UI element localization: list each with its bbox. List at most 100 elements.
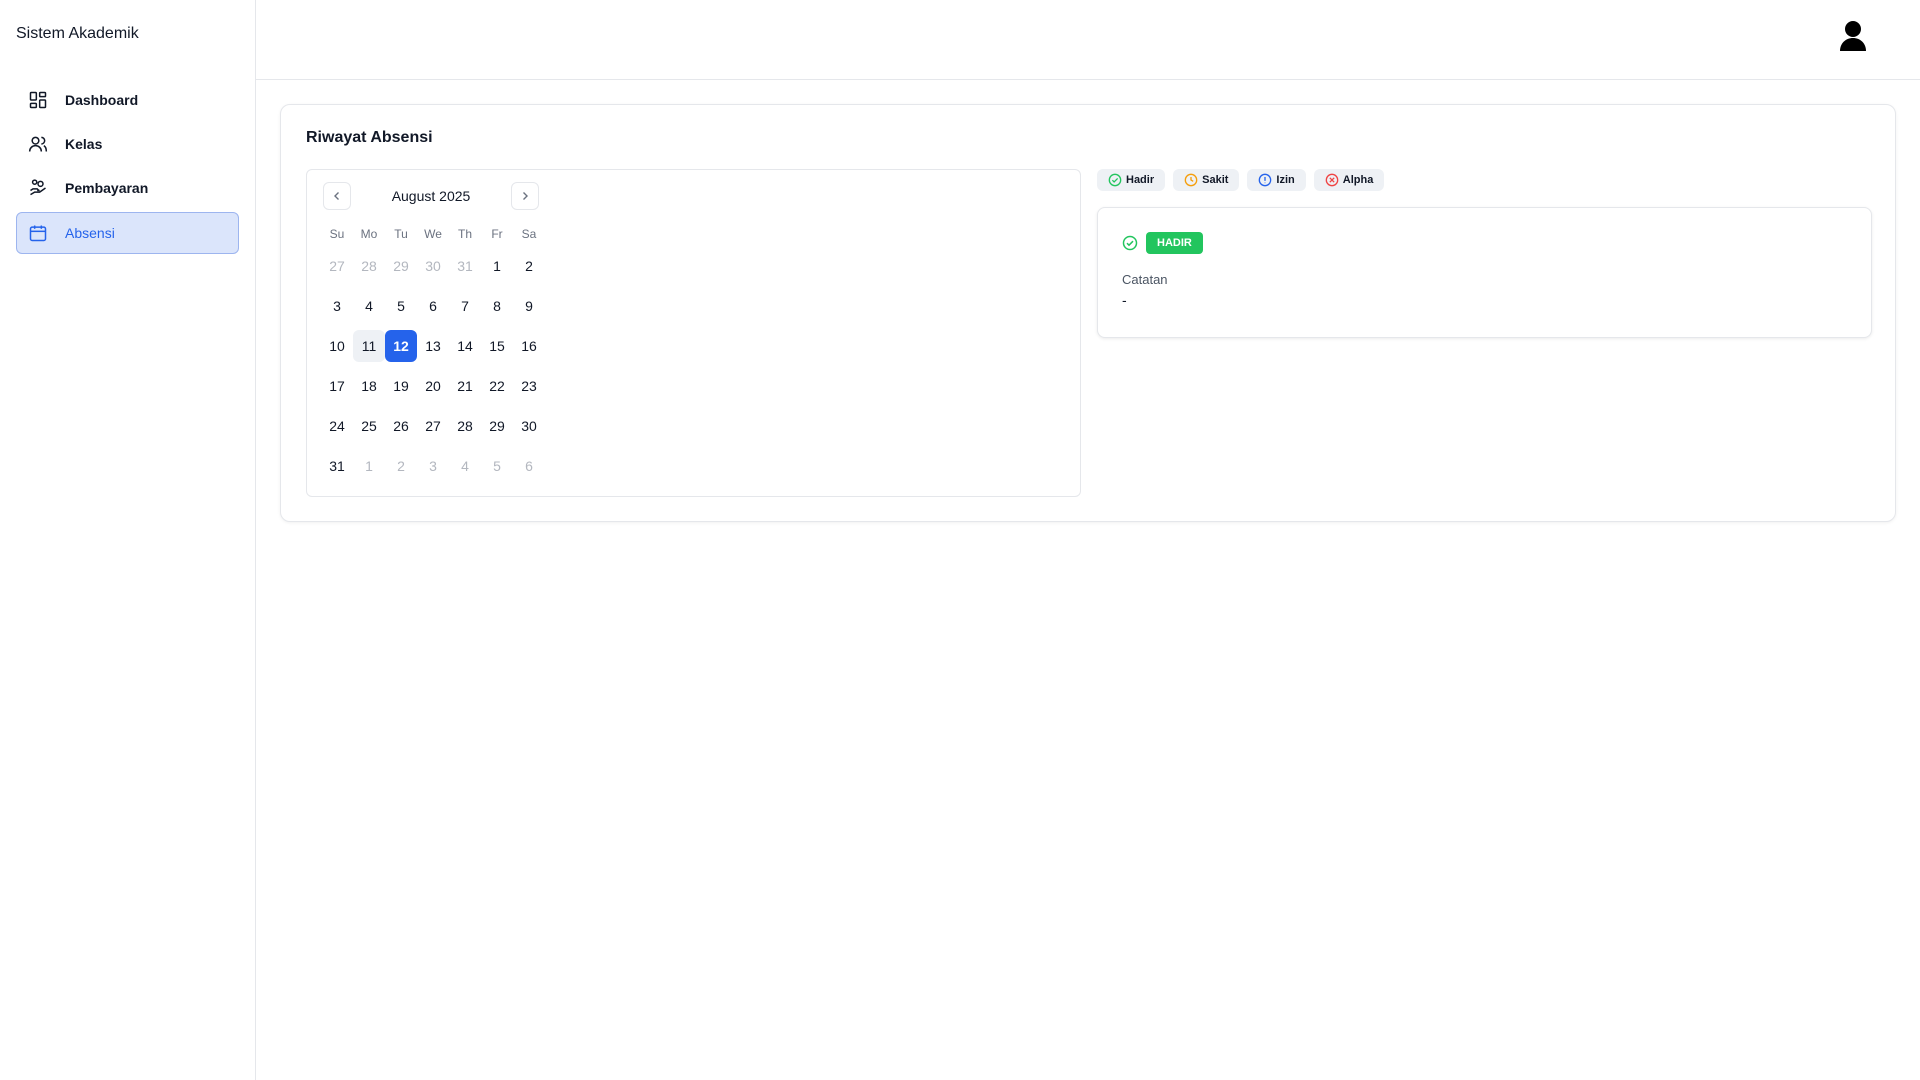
calendar-day[interactable]: 14 <box>449 330 481 362</box>
attendance-history-card: Riwayat Absensi August 2025 Su Mo Tu We Th Fr… <box>280 104 1896 522</box>
weekday-header-row: Su Mo Tu We Th Fr Sa <box>321 222 545 246</box>
calendar-day[interactable]: 1 <box>481 250 513 282</box>
hand-coins-icon <box>27 177 49 199</box>
calendar-day[interactable]: 19 <box>385 370 417 402</box>
calendar-day-outside[interactable]: 2 <box>385 450 417 482</box>
calendar-day-outside[interactable]: 5 <box>481 450 513 482</box>
calendar-day[interactable]: 24 <box>321 410 353 442</box>
sidebar-nav: Dashboard Kelas Pembayaran Absensi <box>16 80 239 258</box>
attendance-calendar: August 2025 Su Mo Tu We Th Fr Sa 27 28 29 30 31 1 2 3… <box>306 169 1081 497</box>
calendar-month-label: August 2025 <box>391 188 471 204</box>
calendar-day[interactable]: 6 <box>417 290 449 322</box>
calendar-day-outside[interactable]: 30 <box>417 250 449 282</box>
sidebar-item-label: Dashboard <box>65 92 139 108</box>
legend-sakit[interactable]: Sakit <box>1173 169 1240 191</box>
calendar-day[interactable]: 18 <box>353 370 385 402</box>
calendar-day-outside[interactable]: 28 <box>353 250 385 282</box>
calendar-day[interactable]: 11 <box>353 330 385 362</box>
calendar-day[interactable]: 23 <box>513 370 545 402</box>
calendar-header: August 2025 <box>323 182 539 210</box>
legend-izin[interactable]: Izin <box>1247 169 1306 191</box>
note-value: - <box>1122 292 1127 308</box>
weekday-label: Fr <box>491 227 503 241</box>
page-title: Riwayat Absensi <box>306 129 433 146</box>
calendar-day-outside[interactable]: 6 <box>513 450 545 482</box>
app-title: Sistem Akademik <box>16 25 139 42</box>
legend-label: Izin <box>1276 174 1295 186</box>
users-icon <box>27 133 49 155</box>
calendar-icon <box>27 222 49 244</box>
check-circle-icon <box>1122 235 1138 251</box>
calendar-day-outside[interactable]: 3 <box>417 450 449 482</box>
calendar-day-outside[interactable]: 31 <box>449 250 481 282</box>
calendar-day-outside[interactable]: 1 <box>353 450 385 482</box>
status-badge: HADIR <box>1146 232 1203 254</box>
sidebar-item-label: Kelas <box>65 136 103 152</box>
legend-label: Hadir <box>1126 174 1155 186</box>
weekday-label: Tu <box>394 227 408 241</box>
calendar-day[interactable]: 7 <box>449 290 481 322</box>
weekday-label: Sa <box>521 227 537 241</box>
calendar-day-outside[interactable]: 29 <box>385 250 417 282</box>
attendance-status: HADIR <box>1122 232 1203 254</box>
next-month-button[interactable] <box>511 182 539 210</box>
calendar-week-row: 17 18 19 20 21 22 23 <box>321 366 545 406</box>
calendar-day[interactable]: 21 <box>449 370 481 402</box>
calendar-day-outside[interactable]: 4 <box>449 450 481 482</box>
note-label: Catatan <box>1122 272 1168 287</box>
legend-hadir[interactable]: Hadir <box>1097 169 1166 191</box>
calendar-week-row: 24 25 26 27 28 29 30 <box>321 406 545 446</box>
calendar-day[interactable]: 3 <box>321 290 353 322</box>
calendar-day[interactable]: 10 <box>321 330 353 362</box>
calendar-day[interactable]: 4 <box>353 290 385 322</box>
x-circle-icon <box>1325 173 1339 187</box>
calendar-day[interactable]: 27 <box>417 410 449 442</box>
attendance-legend: Hadir Sakit Izin Alpha <box>1097 169 1385 191</box>
weekday-label: We <box>424 227 442 241</box>
top-header <box>256 0 1920 80</box>
calendar-day[interactable]: 30 <box>513 410 545 442</box>
sidebar-item-kelas[interactable]: Kelas <box>16 124 239 164</box>
legend-label: Alpha <box>1342 174 1374 186</box>
calendar-day-outside[interactable]: 27 <box>321 250 353 282</box>
calendar-grid: Su Mo Tu We Th Fr Sa 27 28 29 30 31 1 2 3 4 5 6 7 8 9 10 11 12… <box>321 222 545 486</box>
calendar-day[interactable]: 25 <box>353 410 385 442</box>
weekday-label: Su <box>329 227 345 241</box>
calendar-day[interactable]: 8 <box>481 290 513 322</box>
check-circle-icon <box>1108 173 1122 187</box>
calendar-day[interactable]: 29 <box>481 410 513 442</box>
calendar-day[interactable]: 15 <box>481 330 513 362</box>
calendar-day[interactable]: 16 <box>513 330 545 362</box>
sidebar-item-pembayaran[interactable]: Pembayaran <box>16 168 239 208</box>
legend-label: Sakit <box>1202 174 1229 186</box>
calendar-day[interactable]: 22 <box>481 370 513 402</box>
previous-month-button[interactable] <box>323 182 351 210</box>
calendar-week-row: 10 11 12 13 14 15 16 <box>321 326 545 366</box>
info-circle-icon <box>1258 173 1272 187</box>
sidebar-item-absensi[interactable]: Absensi <box>16 212 239 254</box>
calendar-week-row: 3456789 <box>321 286 545 326</box>
calendar-day[interactable]: 13 <box>417 330 449 362</box>
user-avatar-icon[interactable] <box>1838 20 1868 52</box>
calendar-day[interactable]: 20 <box>417 370 449 402</box>
legend-alpha[interactable]: Alpha <box>1313 169 1385 191</box>
sidebar-item-label: Pembayaran <box>65 180 149 196</box>
calendar-day[interactable]: 31 <box>321 450 353 482</box>
chevron-right-icon <box>523 192 528 200</box>
calendar-day[interactable]: 26 <box>385 410 417 442</box>
weekday-label: Mo <box>360 227 378 241</box>
calendar-day[interactable]: 5 <box>385 290 417 322</box>
chevron-left-icon <box>334 192 339 200</box>
calendar-day-selected[interactable]: 12 <box>385 330 417 362</box>
calendar-day[interactable]: 2 <box>513 250 545 282</box>
calendar-week-row: 27 28 29 30 31 1 2 <box>321 246 545 286</box>
sidebar-item-dashboard[interactable]: Dashboard <box>16 80 239 120</box>
weekday-label: Th <box>457 227 472 241</box>
calendar-day[interactable]: 17 <box>321 370 353 402</box>
sidebar: Sistem Akademik Dashboard Kelas Pembayar… <box>0 0 256 1080</box>
calendar-day[interactable]: 9 <box>513 290 545 322</box>
calendar-day[interactable]: 28 <box>449 410 481 442</box>
attendance-detail-card: HADIR Catatan - <box>1097 207 1872 338</box>
dashboard-grid-icon <box>27 89 49 111</box>
sidebar-item-label: Absensi <box>65 225 115 241</box>
